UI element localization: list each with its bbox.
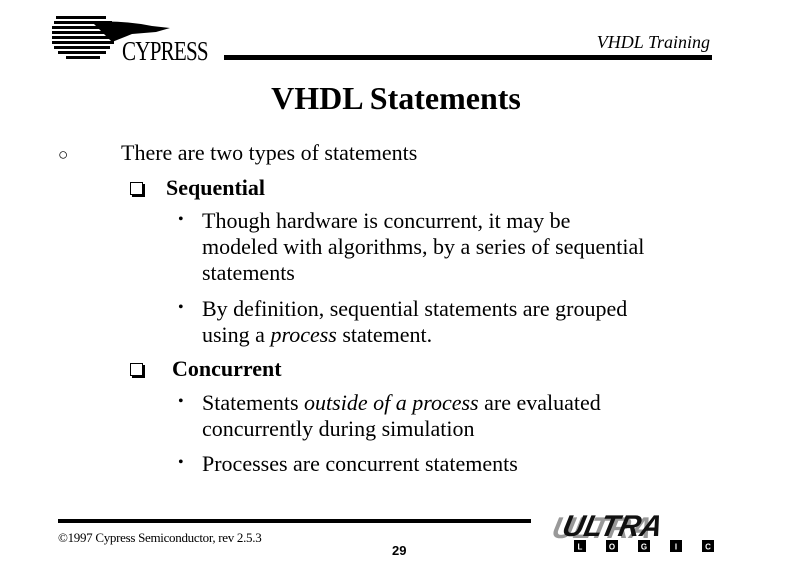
dot-bullet-icon: • <box>178 454 184 471</box>
square-bullet-icon <box>130 363 143 376</box>
slide-title: VHDL Statements <box>271 80 521 116</box>
dot-bullet-icon: • <box>178 393 184 410</box>
ultra-logic-logo: ULTRA ULTRA L O G I C <box>552 512 714 552</box>
section-heading-text: Concurrent <box>172 356 282 381</box>
dot-bullet-icon: • <box>178 211 184 228</box>
item-text: Statements outside of a process are eval… <box>202 390 601 415</box>
logic-letter: O <box>609 543 615 552</box>
main-bullet-text: There are two types of statements <box>121 140 418 165</box>
ultra-logo-text: ULTRA <box>559 512 665 543</box>
italic-phrase: outside of a process <box>304 390 479 415</box>
course-title: VHDL Training <box>596 32 710 52</box>
circle-bullet-icon: ○ <box>58 145 69 164</box>
logic-letter: C <box>705 543 711 552</box>
text-span: statement. <box>336 322 433 347</box>
footer-rule <box>58 519 531 523</box>
square-bullet-icon <box>130 182 143 195</box>
logic-letter: I <box>675 543 677 552</box>
page-number: 29 <box>392 543 407 558</box>
section-heading-text: Sequential <box>166 175 266 200</box>
logic-letter: G <box>641 543 647 552</box>
text-span: using a <box>202 322 271 347</box>
item-text: concurrently during simulation <box>202 416 475 441</box>
item-text: Though hardware is concurrent, it may be <box>202 208 571 233</box>
italic-keyword: process <box>270 322 337 347</box>
item-text: By definition, sequential statements are… <box>202 296 628 321</box>
text-span: Statements <box>202 390 305 415</box>
item-text: using a process statement. <box>202 322 432 347</box>
cypress-logo-text: CYPRESS <box>122 36 209 66</box>
item-text: Processes are concurrent statements <box>202 451 518 476</box>
item-text: modeled with algorithms, by a series of … <box>202 234 645 259</box>
item-text: statements <box>202 260 295 285</box>
header-rule <box>224 55 712 60</box>
text-span: are evaluated <box>478 390 601 415</box>
logic-letter: L <box>578 543 583 552</box>
copyright-text: ©1997 Cypress Semiconductor, rev 2.5.3 <box>58 530 262 545</box>
dot-bullet-icon: • <box>178 299 184 316</box>
